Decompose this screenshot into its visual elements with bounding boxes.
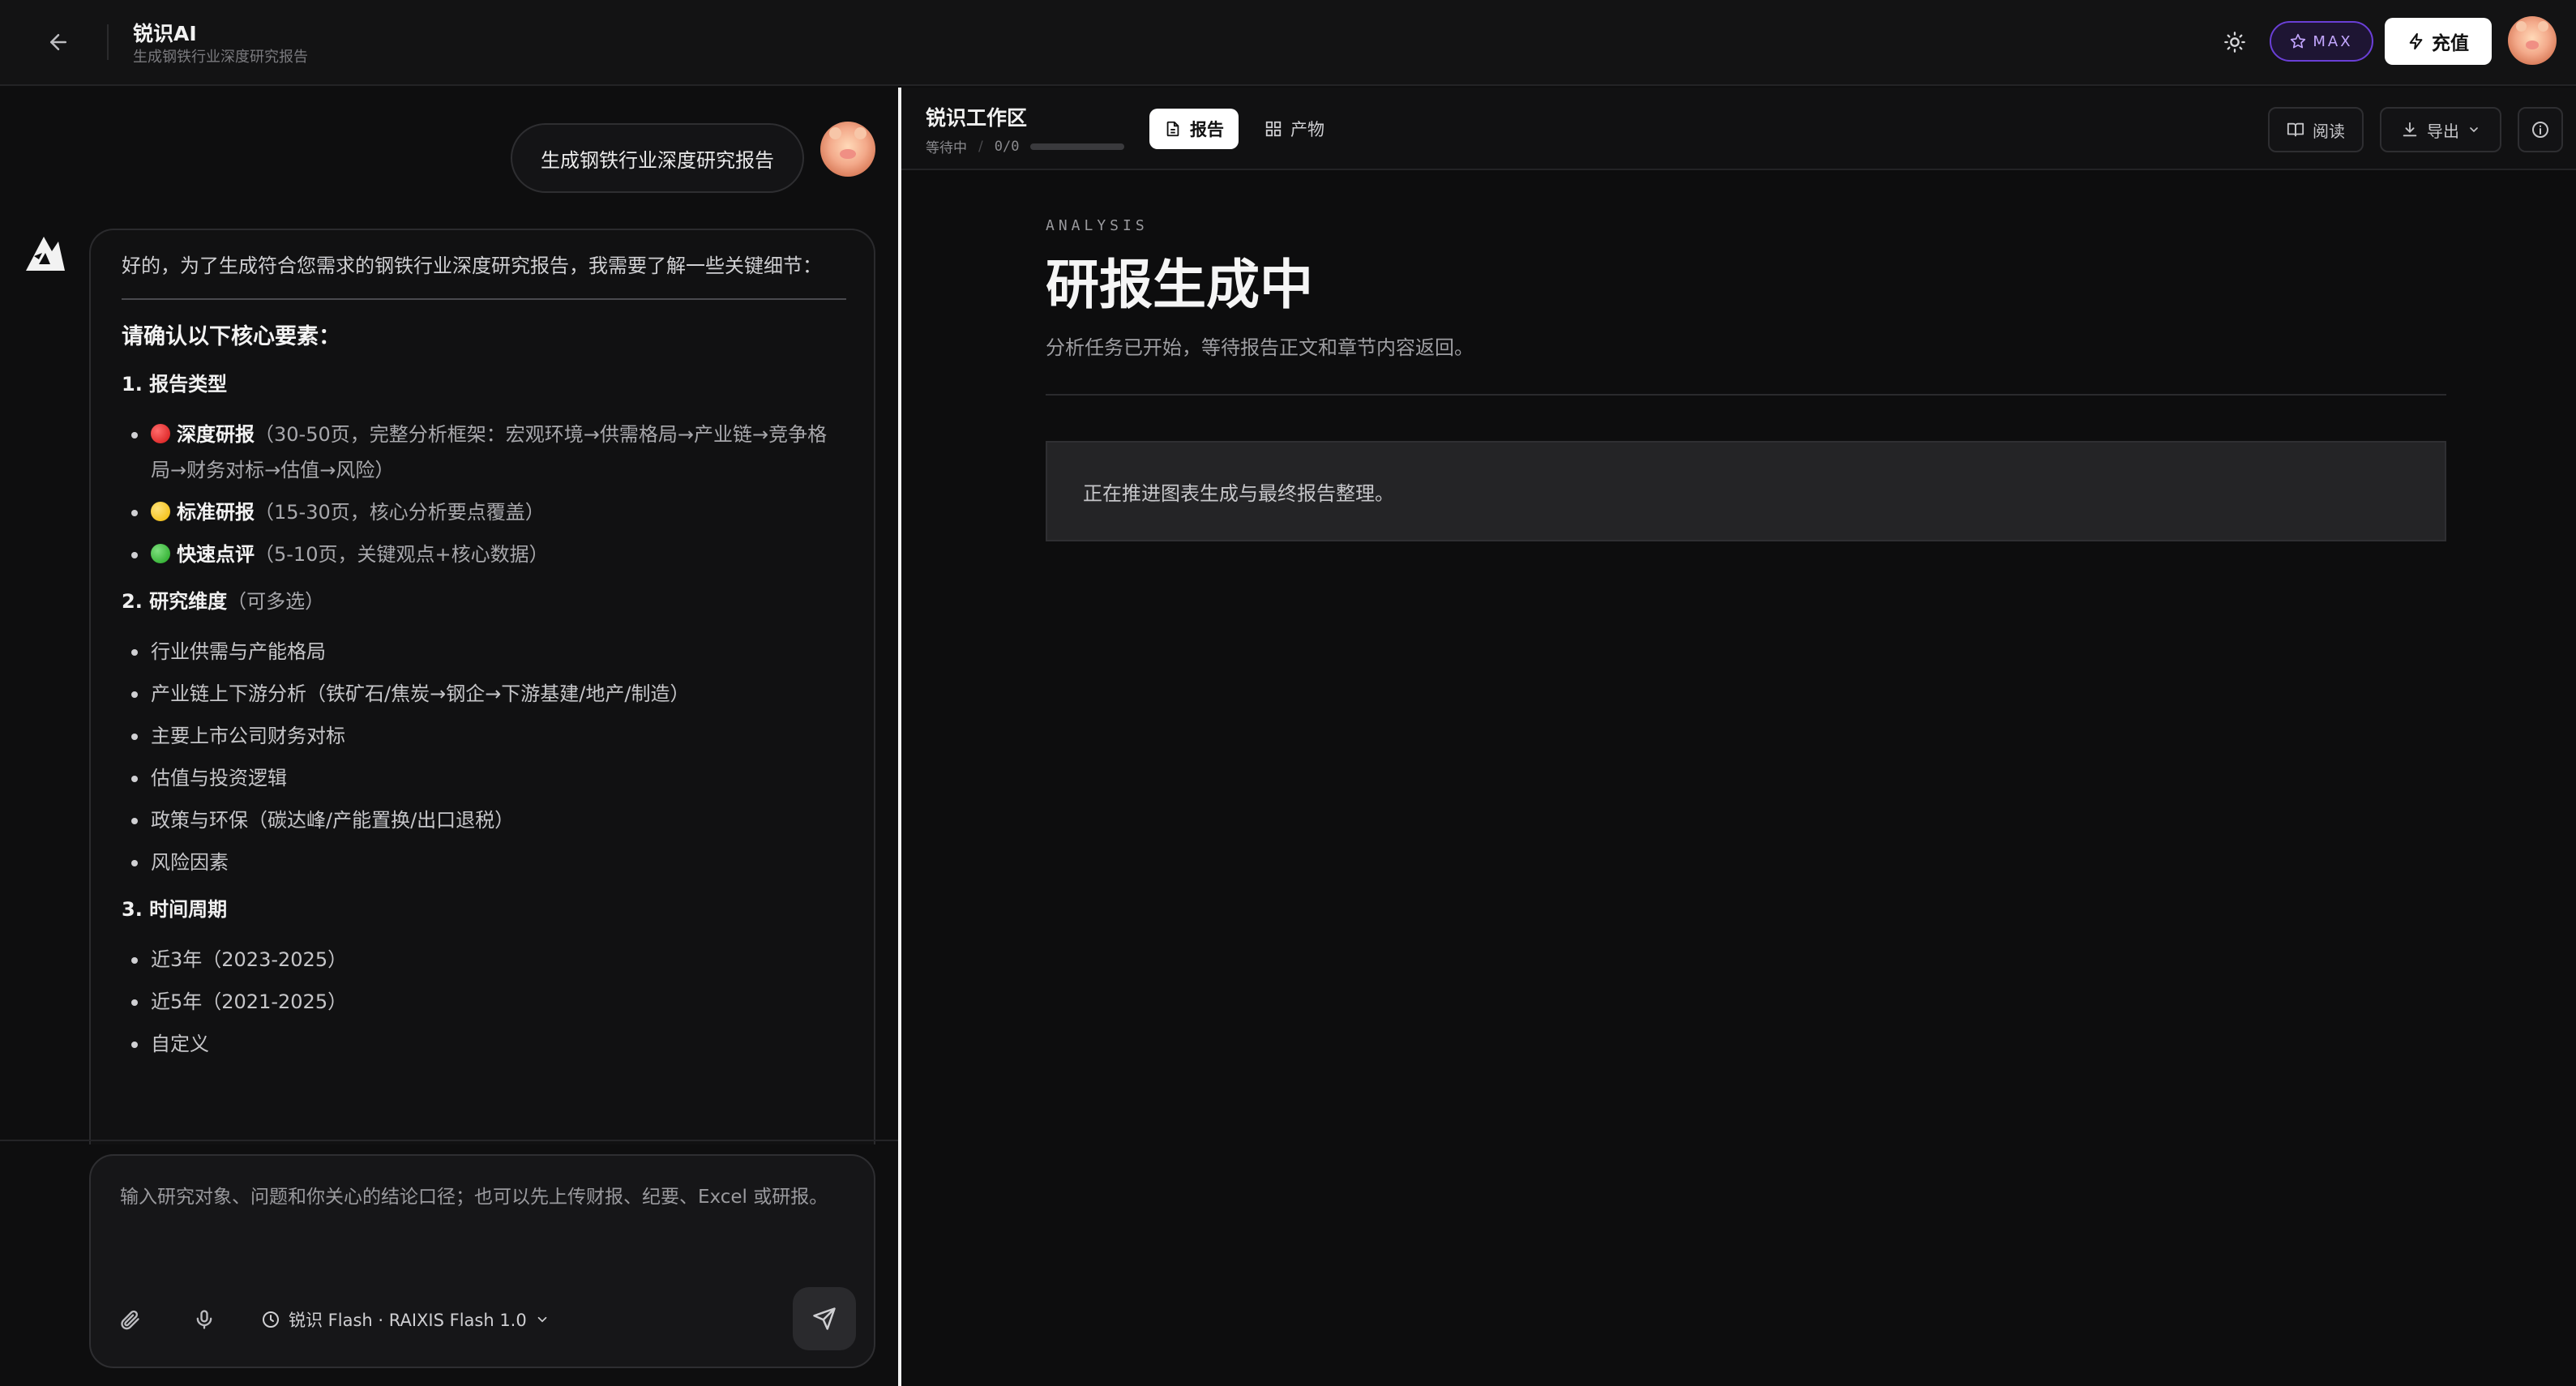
question-heading-period: 3. 时间周期 bbox=[122, 898, 228, 921]
list-item: 深度研报（30-50页，完整分析框架：宏观环境→供需格局→产业链→竞争格局→财务… bbox=[122, 417, 846, 488]
back-arrow-icon bbox=[50, 34, 66, 50]
grid-icon bbox=[1265, 121, 1282, 137]
theme-toggle-button[interactable] bbox=[2214, 24, 2255, 60]
status-separator: / bbox=[978, 138, 983, 155]
list-item: 产业链上下游分析（铁矿石/焦炭→钢企→下游基建/地产/制造） bbox=[122, 676, 846, 712]
chevron-down-icon bbox=[2470, 127, 2478, 133]
list-item: 估值与投资逻辑 bbox=[122, 760, 846, 796]
workspace-title: 锐识工作区 bbox=[926, 106, 1028, 130]
clock-icon bbox=[263, 1311, 279, 1328]
top-bar: 锐识AI 生成钢铁行业深度研究报告 MAX 充值 bbox=[0, 0, 2576, 86]
report-type-list: 深度研报（30-50页，完整分析框架：宏观环境→供需格局→产业链→竞争格局→财务… bbox=[122, 417, 846, 572]
list-item: 政策与环保（碳达峰/产能置换/出口退税） bbox=[122, 802, 846, 838]
progress-count: 0/0 bbox=[994, 138, 1020, 155]
recharge-button[interactable]: 充值 bbox=[2385, 18, 2492, 65]
back-button[interactable] bbox=[41, 24, 76, 60]
assistant-intro-text: 好的，为了生成符合您需求的钢铁行业深度研究报告，我需要了解一些关键细节： bbox=[122, 255, 822, 277]
read-mode-button[interactable]: 阅读 bbox=[2268, 107, 2364, 152]
tab-report[interactable]: 报告 bbox=[1149, 109, 1239, 149]
list-item: 快速点评（5-10页，关键观点+核心数据） bbox=[122, 537, 846, 572]
yellow-circle-icon bbox=[151, 502, 170, 521]
assistant-logo-icon bbox=[23, 230, 68, 276]
doc-title: 研报生成中 bbox=[1046, 254, 1313, 316]
max-badge-label: MAX bbox=[2313, 32, 2353, 50]
bolt-icon bbox=[2409, 32, 2423, 50]
divider bbox=[122, 298, 846, 300]
divider bbox=[1046, 394, 2446, 396]
info-button[interactable] bbox=[2518, 107, 2563, 152]
assistant-message-card: 好的，为了生成符合您需求的钢铁行业深度研究报告，我需要了解一些关键细节： 请确认… bbox=[89, 229, 875, 1144]
doc-eyebrow: ANALYSIS bbox=[1046, 217, 1149, 234]
list-item: 近3年（2023-2025） bbox=[122, 942, 846, 977]
document-icon bbox=[1166, 121, 1179, 137]
workspace-header: 锐识工作区 等待中 / 0/0 报告 产物 阅读 导出 bbox=[901, 88, 2576, 170]
status-text: 等待中 bbox=[926, 140, 967, 156]
attach-file-button[interactable] bbox=[110, 1300, 149, 1339]
book-icon bbox=[2287, 122, 2304, 137]
question-heading-dimensions: 2. 研究维度（可多选） bbox=[122, 590, 325, 613]
max-plan-badge[interactable]: MAX bbox=[2270, 21, 2373, 62]
doc-subtitle: 分析任务已开始，等待报告正文和章节内容返回。 bbox=[1046, 336, 1474, 359]
dimensions-list: 行业供需与产能格局 产业链上下游分析（铁矿石/焦炭→钢企→下游基建/地产/制造）… bbox=[122, 634, 846, 880]
sun-icon bbox=[2224, 32, 2245, 53]
read-label: 阅读 bbox=[2313, 121, 2345, 141]
export-label: 导出 bbox=[2427, 121, 2459, 141]
recharge-label: 充值 bbox=[2432, 33, 2469, 54]
user-message-avatar bbox=[820, 122, 875, 177]
user-avatar[interactable] bbox=[2508, 16, 2557, 65]
star-icon bbox=[2291, 33, 2306, 49]
tab-artifacts-label: 产物 bbox=[1290, 120, 1324, 139]
red-circle-icon bbox=[151, 424, 170, 443]
workspace-status: 等待中 / 0/0 bbox=[926, 136, 1125, 156]
send-button[interactable] bbox=[793, 1287, 856, 1350]
download-icon bbox=[2403, 122, 2417, 137]
mic-icon bbox=[196, 1310, 212, 1329]
paperclip-icon bbox=[121, 1310, 139, 1330]
progress-bar bbox=[1030, 143, 1125, 150]
list-item: 行业供需与产能格局 bbox=[122, 634, 846, 669]
composer-separator bbox=[0, 1140, 898, 1141]
section-heading: 请确认以下核心要素： bbox=[122, 324, 340, 349]
app-title: 锐识AI bbox=[133, 22, 197, 45]
message-composer: 锐识 Flash · RAIXIS Flash 1.0 bbox=[89, 1154, 875, 1368]
status-notice: 正在推进图表生成与最终报告整理。 bbox=[1046, 441, 2446, 541]
list-item: 近5年（2021-2025） bbox=[122, 984, 846, 1020]
voice-input-button[interactable] bbox=[185, 1300, 224, 1339]
tab-report-label: 报告 bbox=[1190, 120, 1224, 139]
list-item: 标准研报（15-30页，核心分析要点覆盖） bbox=[122, 494, 846, 530]
period-list: 近3年（2023-2025） 近5年（2021-2025） 自定义 bbox=[122, 942, 846, 1062]
question-heading-report-type: 1. 报告类型 bbox=[122, 373, 228, 396]
send-icon bbox=[813, 1307, 836, 1330]
green-circle-icon bbox=[151, 544, 170, 563]
info-icon bbox=[2532, 122, 2548, 138]
list-item: 主要上市公司财务对标 bbox=[122, 718, 846, 754]
message-input[interactable] bbox=[120, 1177, 833, 1258]
export-button[interactable]: 导出 bbox=[2380, 107, 2501, 152]
report-document: ANALYSIS 研报生成中 分析任务已开始，等待报告正文和章节内容返回。 正在… bbox=[1046, 217, 2446, 541]
model-selector[interactable]: 锐识 Flash · RAIXIS Flash 1.0 bbox=[261, 1300, 550, 1339]
model-label: 锐识 Flash · RAIXIS Flash 1.0 bbox=[289, 1311, 527, 1330]
user-message-bubble: 生成钢铁行业深度研究报告 bbox=[511, 123, 804, 193]
list-item: 自定义 bbox=[122, 1026, 846, 1062]
list-item: 风险因素 bbox=[122, 845, 846, 880]
workspace-panel: 锐识工作区 等待中 / 0/0 报告 产物 阅读 导出 ANALYSIS 研报生… bbox=[901, 88, 2576, 1386]
tab-artifacts[interactable]: 产物 bbox=[1250, 109, 1339, 149]
app-subtitle: 生成钢铁行业深度研究报告 bbox=[133, 49, 308, 66]
chevron-down-icon bbox=[537, 1316, 547, 1323]
divider bbox=[107, 24, 109, 60]
